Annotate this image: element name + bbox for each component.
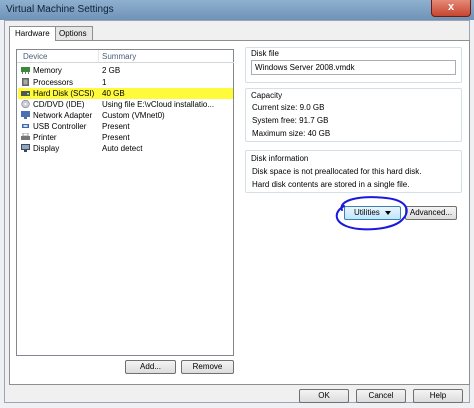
device-summary: 40 GB [102,89,125,98]
device-row-cd-dvd[interactable]: CD/DVD (IDE) Using file E:\vCloud instal… [18,99,233,110]
disk-information-group: Disk information Disk space is not preal… [245,150,462,193]
device-name: Printer [33,133,57,142]
device-list[interactable]: Device Summary Memory 2 GB Processors 1 … [16,49,234,356]
device-row-printer[interactable]: Printer Present [18,132,233,143]
device-row-memory[interactable]: Memory 2 GB [18,65,233,76]
capacity-label: Capacity [251,91,283,100]
device-row-processors[interactable]: Processors 1 [18,77,233,88]
device-summary: Present [102,133,130,142]
display-icon [21,144,30,152]
single-file-text: Hard disk contents are stored in a singl… [252,180,410,189]
system-free-text: System free: 91.7 GB [252,116,329,125]
device-summary: Auto detect [102,144,143,153]
device-summary: Custom (VMnet0) [102,111,165,120]
device-summary: Using file E:\vCloud installatio... [102,100,215,109]
add-button[interactable]: Add... [125,360,176,374]
processor-icon [22,78,29,86]
current-size-text: Current size: 9.0 GB [252,103,325,112]
capacity-group: Capacity Current size: 9.0 GB System fre… [245,88,462,142]
maximum-size-text: Maximum size: 40 GB [252,129,331,138]
device-name: CD/DVD (IDE) [33,100,85,109]
device-name: USB Controller [33,122,87,131]
disk-file-field[interactable]: Windows Server 2008.vmdk [251,60,456,75]
cancel-button[interactable]: Cancel [356,389,406,403]
device-row-hard-disk[interactable]: Hard Disk (SCSI) 40 GB [18,88,233,99]
device-name: Hard Disk (SCSI) [33,89,95,98]
preallocation-text: Disk space is not preallocated for this … [252,167,422,176]
printer-icon [21,133,30,140]
network-adapter-icon [21,111,30,119]
close-icon: x [447,1,455,13]
disk-information-label: Disk information [251,154,309,163]
device-row-display[interactable]: Display Auto detect [18,143,233,154]
device-name: Processors [33,78,74,87]
advanced-button[interactable]: Advanced... [405,206,457,220]
cd-dvd-icon [21,100,30,108]
device-summary: Present [102,122,130,131]
memory-icon [21,67,30,74]
tab-hardware[interactable]: Hardware [9,26,56,41]
device-summary: 2 GB [102,66,121,75]
device-summary: 1 [102,78,107,87]
ok-button[interactable]: OK [299,389,349,403]
annotation-circle [335,196,408,231]
remove-button[interactable]: Remove [181,360,234,374]
window-title: Virtual Machine Settings [6,4,114,15]
close-button[interactable]: x [431,0,471,17]
device-name: Display [33,144,60,153]
summary-column-header[interactable]: Summary [99,50,234,63]
usb-controller-icon [22,124,29,128]
disk-file-label: Disk file [251,49,280,58]
device-row-usb-controller[interactable]: USB Controller Present [18,121,233,132]
virtual-machine-settings-window: Virtual Machine Settings x Hardware Opti… [0,0,474,408]
hard-disk-icon [21,91,30,96]
title-bar[interactable]: Virtual Machine Settings x [0,0,474,20]
help-button[interactable]: Help [413,389,463,403]
device-column-header[interactable]: Device [17,50,99,63]
device-name: Memory [33,66,62,75]
device-row-network-adapter[interactable]: Network Adapter Custom (VMnet0) [18,110,233,121]
device-name: Network Adapter [33,111,93,120]
tab-options[interactable]: Options [53,26,93,40]
